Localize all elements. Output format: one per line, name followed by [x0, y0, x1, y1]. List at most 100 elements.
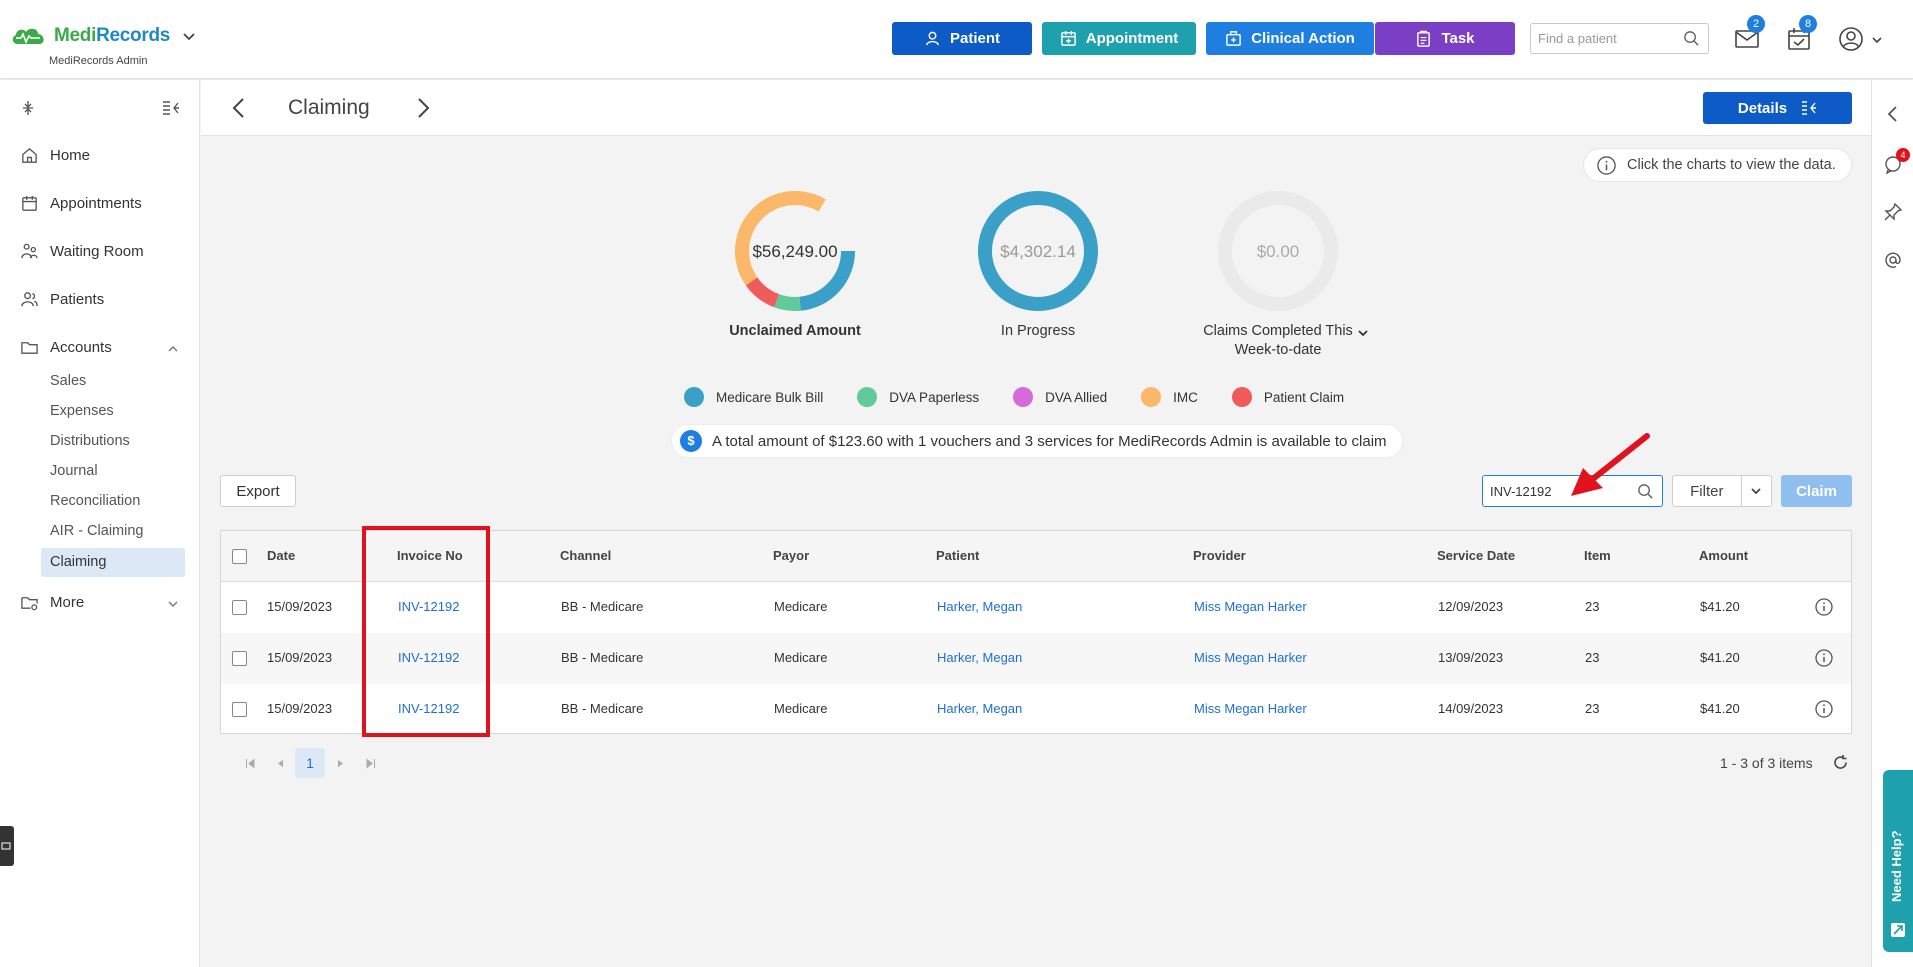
- pin-icon[interactable]: [1883, 202, 1903, 222]
- sidebar-sub-expenses[interactable]: Expenses: [50, 403, 114, 419]
- medical-bag-icon: [1226, 31, 1242, 46]
- cell-invoice-link[interactable]: INV-12192: [398, 701, 459, 716]
- row-checkbox[interactable]: [232, 702, 247, 717]
- sidebar-sub-distributions[interactable]: Distributions: [50, 433, 130, 449]
- mail-button[interactable]: 2: [1733, 15, 1765, 53]
- new-task-button[interactable]: Task: [1375, 22, 1515, 55]
- sidebar-sub-journal[interactable]: Journal: [50, 463, 98, 479]
- info-icon[interactable]: [1814, 699, 1834, 719]
- chevron-down-icon[interactable]: [182, 29, 196, 43]
- claims-completed-donut[interactable]: $0.00: [1215, 188, 1341, 314]
- cell-date: 15/09/2023: [267, 701, 333, 716]
- row-checkbox[interactable]: [232, 600, 247, 615]
- claims-completed-chart[interactable]: $0.00 Claims Completed This Week-to-date: [1183, 188, 1373, 360]
- cell-patient-link[interactable]: Harker, Megan: [937, 650, 1022, 665]
- sidebar-sub-claiming[interactable]: Claiming: [41, 548, 185, 577]
- chevron-left-icon[interactable]: [1883, 104, 1903, 124]
- sidebar-item-appointments[interactable]: Appointments: [20, 194, 142, 213]
- col-payor[interactable]: Payor: [773, 548, 809, 563]
- sidebar-item-accounts[interactable]: Accounts: [20, 338, 180, 357]
- table-row[interactable]: 15/09/2023 INV-12192 BB - Medicare Medic…: [221, 582, 1851, 633]
- sidebar-item-more[interactable]: More: [20, 593, 180, 612]
- cell-provider-link[interactable]: Miss Megan Harker: [1194, 701, 1307, 716]
- sidebar-item-waiting-room[interactable]: Waiting Room: [20, 242, 144, 261]
- cell-invoice-link[interactable]: INV-12192: [398, 650, 459, 665]
- chevron-right-icon[interactable]: [411, 96, 435, 120]
- row-checkbox[interactable]: [232, 651, 247, 666]
- new-patient-button[interactable]: Patient: [892, 22, 1032, 55]
- legend-label: DVA Allied: [1045, 389, 1108, 405]
- claim-button[interactable]: Claim: [1781, 475, 1852, 507]
- legend-swatch: [1013, 387, 1034, 407]
- cell-channel: BB - Medicare: [561, 599, 644, 614]
- first-page-button[interactable]: [235, 748, 265, 778]
- brand[interactable]: MediRecords: [10, 24, 196, 48]
- need-help-label: Need Help?: [1889, 830, 1904, 902]
- legend-item[interactable]: Medicare Bulk Bill: [684, 387, 823, 407]
- notification-badge: 4: [1896, 148, 1910, 162]
- sidebar-item-patients[interactable]: Patients: [20, 290, 104, 309]
- filter-dropdown[interactable]: [1742, 476, 1771, 506]
- table-row[interactable]: 15/09/2023 INV-12192 BB - Medicare Medic…: [221, 684, 1851, 735]
- legend-item[interactable]: Patient Claim: [1231, 387, 1344, 407]
- table-row[interactable]: 15/09/2023 INV-12192 BB - Medicare Medic…: [221, 633, 1851, 684]
- filter-button[interactable]: Filter: [1672, 475, 1772, 507]
- cell-provider-link[interactable]: Miss Megan Harker: [1194, 599, 1307, 614]
- legend-item[interactable]: IMC: [1141, 387, 1198, 407]
- last-page-button[interactable]: [355, 748, 385, 778]
- search-icon[interactable]: [1683, 30, 1700, 47]
- col-provider[interactable]: Provider: [1193, 548, 1246, 563]
- sidebar-item-home[interactable]: Home: [20, 146, 90, 165]
- chevron-down-icon[interactable]: [167, 598, 179, 610]
- col-patient[interactable]: Patient: [936, 548, 979, 563]
- first-page-icon: [245, 757, 254, 769]
- claim-search-input[interactable]: [1483, 476, 1628, 506]
- find-patient-search[interactable]: [1530, 23, 1709, 54]
- new-appointment-button[interactable]: Appointment: [1042, 22, 1196, 55]
- details-button[interactable]: Details: [1703, 92, 1852, 124]
- in-progress-chart[interactable]: $4,302.14 In Progress: [958, 188, 1118, 341]
- col-channel[interactable]: Channel: [560, 548, 611, 563]
- next-page-button[interactable]: [325, 748, 355, 778]
- chevron-left-icon[interactable]: [227, 96, 251, 120]
- user-menu-button[interactable]: [1837, 25, 1883, 53]
- collapse-sidebar-icon[interactable]: [162, 100, 180, 116]
- mention-icon[interactable]: [1883, 250, 1903, 270]
- sidebar-sub-reconciliation[interactable]: Reconciliation: [50, 493, 140, 509]
- cell-patient-link[interactable]: Harker, Megan: [937, 701, 1022, 716]
- find-patient-input[interactable]: [1531, 24, 1671, 53]
- collapse-vertical-icon[interactable]: [21, 100, 35, 116]
- chevron-down-icon[interactable]: [1357, 327, 1369, 339]
- calendar-tasks-button[interactable]: 8: [1785, 15, 1817, 53]
- cell-patient-link[interactable]: Harker, Megan: [937, 599, 1022, 614]
- col-invoice-no[interactable]: Invoice No: [397, 548, 463, 563]
- in-progress-donut[interactable]: $4,302.14: [975, 188, 1101, 314]
- need-help-tab[interactable]: Need Help?: [1883, 770, 1913, 952]
- cell-amount: $41.20: [1700, 599, 1740, 614]
- col-item[interactable]: Item: [1584, 548, 1611, 563]
- cell-invoice-link[interactable]: INV-12192: [398, 599, 459, 614]
- left-edge-tab[interactable]: [0, 826, 14, 866]
- prev-page-button[interactable]: [265, 748, 295, 778]
- claim-search[interactable]: [1482, 475, 1663, 507]
- page-number-button[interactable]: 1: [295, 748, 325, 778]
- col-amount[interactable]: Amount: [1699, 548, 1748, 563]
- legend-item[interactable]: DVA Allied: [1013, 387, 1107, 407]
- search-icon[interactable]: [1637, 483, 1654, 500]
- unclaimed-donut[interactable]: $56,249.00: [732, 188, 858, 314]
- cell-provider-link[interactable]: Miss Megan Harker: [1194, 650, 1307, 665]
- sidebar-sub-sales[interactable]: Sales: [50, 373, 86, 389]
- col-service-date[interactable]: Service Date: [1437, 548, 1515, 563]
- info-icon[interactable]: [1814, 648, 1834, 668]
- info-icon[interactable]: [1814, 597, 1834, 617]
- refresh-icon[interactable]: [1832, 754, 1849, 771]
- chevron-up-icon[interactable]: [167, 343, 179, 355]
- unclaimed-amount-chart[interactable]: $56,249.00 Unclaimed Amount: [715, 188, 875, 341]
- select-all-checkbox[interactable]: [232, 549, 247, 564]
- col-date[interactable]: Date: [267, 548, 295, 563]
- details-button-label: Details: [1737, 99, 1788, 117]
- clinical-action-button[interactable]: Clinical Action: [1206, 22, 1374, 55]
- legend-item[interactable]: DVA Paperless: [857, 387, 979, 407]
- sidebar-sub-air-claiming[interactable]: AIR - Claiming: [50, 523, 143, 539]
- export-button[interactable]: Export: [220, 475, 296, 507]
